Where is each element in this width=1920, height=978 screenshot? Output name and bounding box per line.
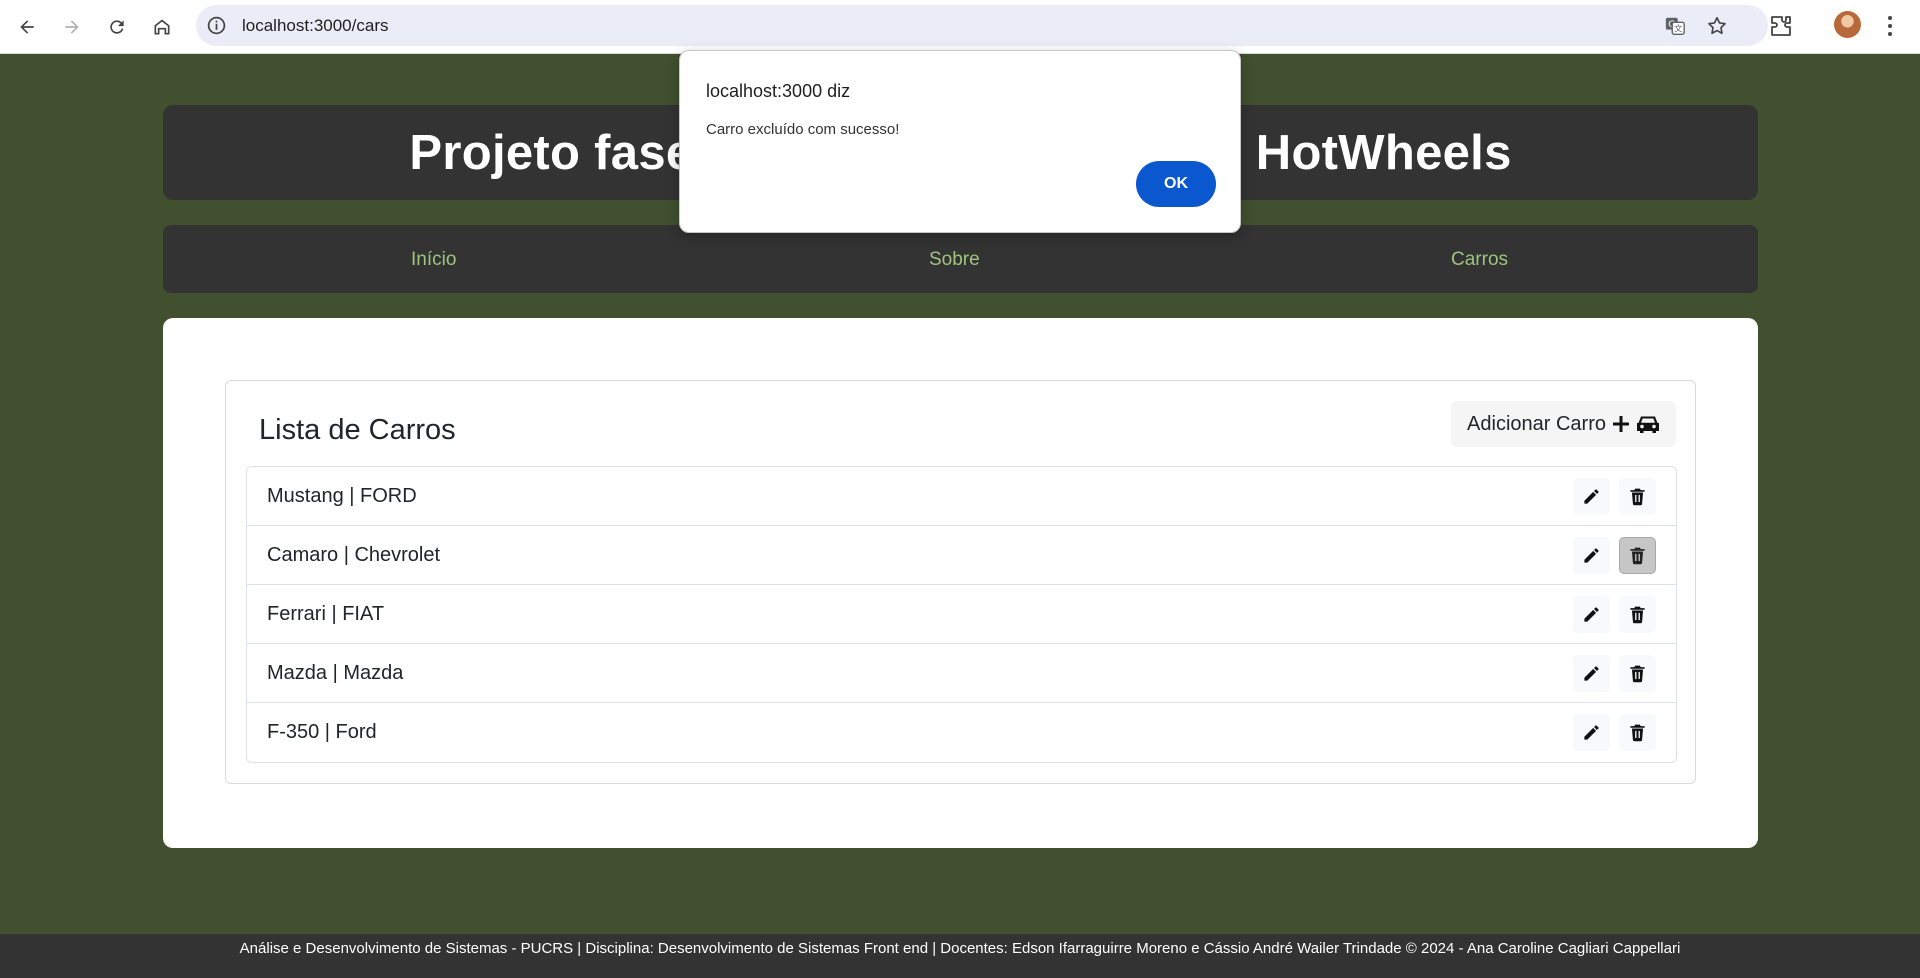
car-label: F-350 | Ford	[267, 721, 377, 743]
main-content: Lista de Carros Adicionar Carro Mustang …	[163, 318, 1758, 848]
nav-link-inicio[interactable]: Início	[411, 249, 456, 271]
car-label: Mustang | FORD	[267, 485, 417, 507]
footer-text: Análise e Desenvolvimento de Sistemas - …	[239, 940, 1681, 957]
pencil-icon	[1584, 666, 1599, 681]
car-label: Camaro | Chevrolet	[267, 544, 441, 566]
list-item: Mazda | Mazda	[247, 644, 1676, 703]
delete-button[interactable]	[1619, 596, 1656, 633]
edit-button[interactable]	[1573, 714, 1610, 751]
back-icon	[20, 20, 34, 34]
extensions-icon[interactable]	[1769, 14, 1793, 38]
delete-button[interactable]	[1619, 537, 1656, 574]
cars-card: Lista de Carros Adicionar Carro Mustang …	[225, 380, 1696, 784]
delete-button[interactable]	[1619, 655, 1656, 692]
ok-button[interactable]: OK	[1136, 161, 1216, 207]
edit-button[interactable]	[1573, 596, 1610, 633]
trash-icon	[1630, 606, 1645, 624]
address-bar[interactable]: localhost:3000/cars G文	[196, 5, 1768, 46]
edit-button[interactable]	[1573, 478, 1610, 515]
list-item: Mustang | FORD	[247, 467, 1676, 526]
cars-list-title: Lista de Carros	[259, 414, 456, 446]
nav-link-sobre[interactable]: Sobre	[929, 249, 980, 271]
dialog-message: Carro excluído com sucesso!	[706, 121, 900, 138]
delete-button[interactable]	[1619, 714, 1656, 751]
reload-button[interactable]	[100, 10, 134, 44]
pencil-icon	[1584, 725, 1599, 740]
nav-link-carros[interactable]: Carros	[1451, 249, 1508, 271]
trash-icon	[1630, 665, 1645, 683]
home-icon	[154, 19, 170, 35]
back-button[interactable]	[10, 10, 44, 44]
add-car-button[interactable]: Adicionar Carro	[1451, 401, 1676, 447]
trash-icon	[1630, 488, 1645, 506]
pencil-icon	[1584, 607, 1599, 622]
dialog-title: localhost:3000 diz	[706, 81, 851, 101]
pencil-icon	[1584, 489, 1599, 504]
browser-toolbar: localhost:3000/cars G文	[0, 0, 1920, 54]
list-item: Camaro | Chevrolet	[247, 526, 1676, 585]
alert-dialog: localhost:3000 diz Carro excluído com su…	[679, 50, 1241, 233]
url-text: localhost:3000/cars	[242, 16, 389, 35]
profile-avatar[interactable]	[1834, 11, 1861, 38]
edit-button[interactable]	[1573, 655, 1610, 692]
list-item: F-350 | Ford	[247, 703, 1676, 762]
kebab-menu-icon[interactable]	[1886, 14, 1894, 38]
forward-icon	[65, 20, 79, 34]
trash-icon	[1630, 547, 1645, 565]
site-info-icon[interactable]	[206, 15, 227, 36]
delete-button[interactable]	[1619, 478, 1656, 515]
plus-icon	[1613, 416, 1629, 432]
page-footer: Análise e Desenvolvimento de Sistemas - …	[0, 934, 1920, 978]
forward-button[interactable]	[55, 10, 89, 44]
pencil-icon	[1584, 548, 1599, 563]
edit-button[interactable]	[1573, 537, 1610, 574]
main-nav: Início Sobre Carros	[163, 225, 1758, 293]
translate-icon[interactable]: G文	[1664, 15, 1686, 37]
car-label: Ferrari | FIAT	[267, 603, 385, 625]
list-item: Ferrari | FIAT	[247, 585, 1676, 644]
svg-text:文: 文	[1674, 24, 1682, 34]
star-icon[interactable]	[1706, 15, 1728, 37]
reload-icon	[110, 20, 124, 34]
add-car-label: Adicionar Carro	[1467, 412, 1606, 435]
cars-list: Mustang | FORD Camaro | Chevrolet Ferrar…	[246, 466, 1677, 763]
trash-icon	[1630, 724, 1645, 742]
home-button[interactable]	[145, 10, 179, 44]
car-icon	[1637, 416, 1659, 433]
car-label: Mazda | Mazda	[267, 662, 404, 684]
